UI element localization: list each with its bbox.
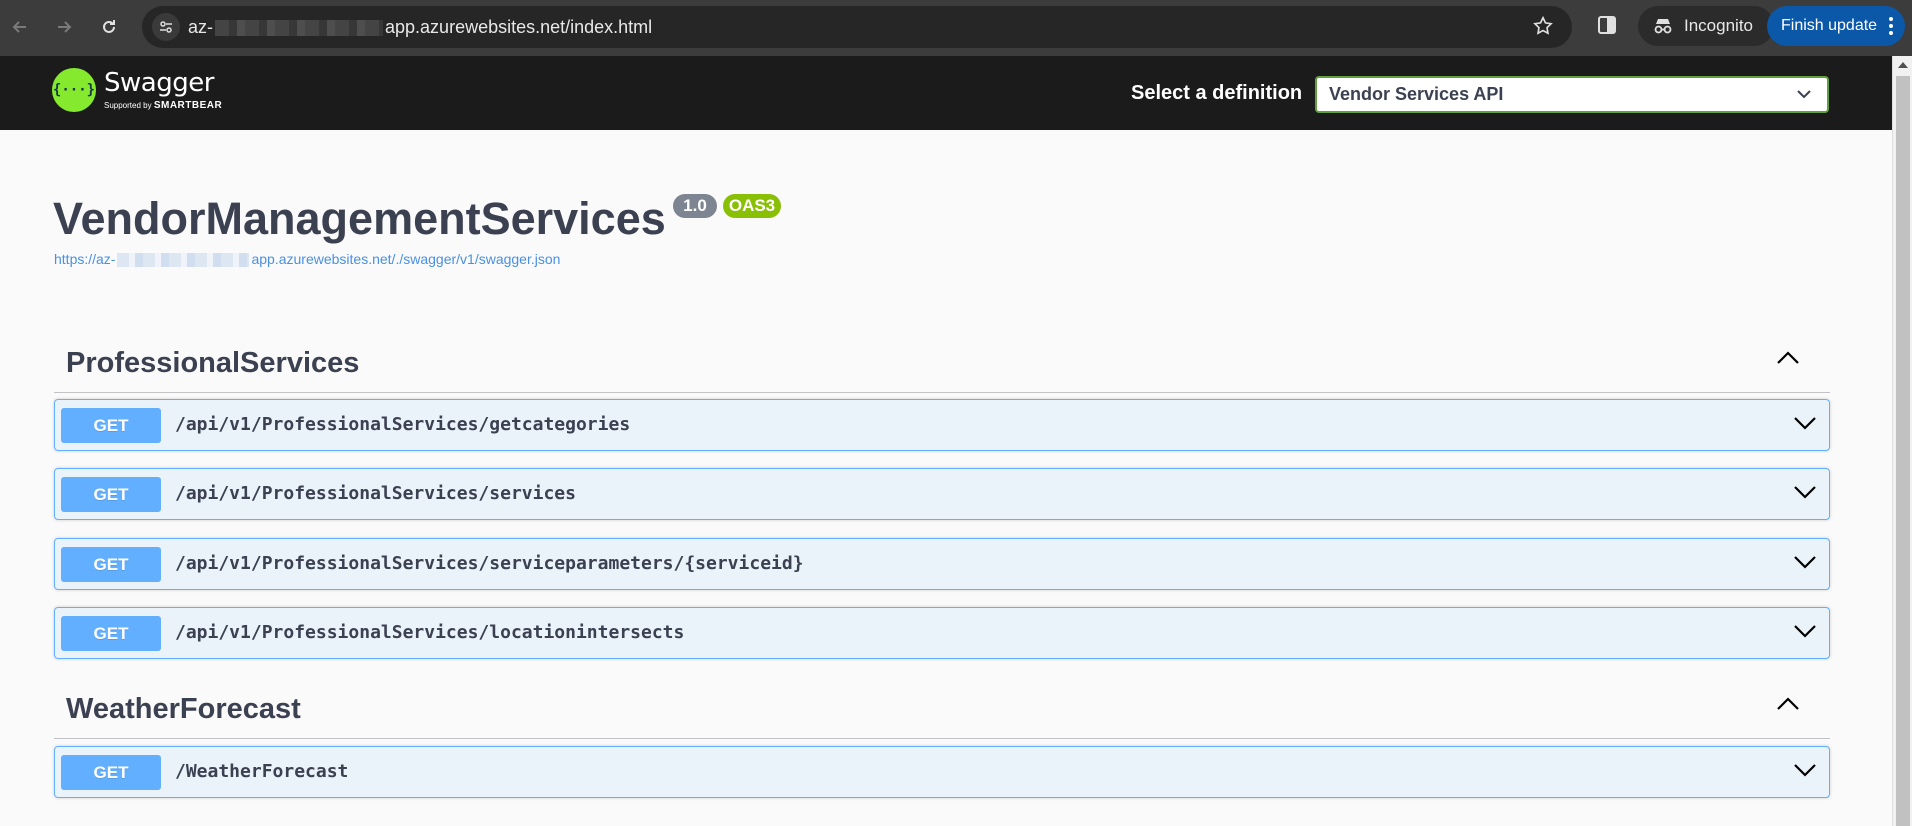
operation-get-services[interactable]: GET /api/v1/ProfessionalServices/service… xyxy=(54,468,1830,520)
url-prefix: az- xyxy=(188,17,214,37)
tune-icon xyxy=(160,21,172,33)
swagger-logo-text: Swagger Supported by SMARTBEAR xyxy=(104,68,222,111)
spec-url-suffix: app.azurewebsites.net/./swagger/v1/swagg… xyxy=(251,251,561,267)
spec-url-link[interactable]: https://az-app.azurewebsites.net/./swagg… xyxy=(54,251,561,268)
address-bar[interactable]: az-app.azurewebsites.net/index.html xyxy=(142,6,1572,48)
tag-title: WeatherForecast xyxy=(66,693,301,725)
operation-get-locationintersects[interactable]: GET /api/v1/ProfessionalServices/locatio… xyxy=(54,607,1830,659)
browser-toolbar: az-app.azurewebsites.net/index.html Inco… xyxy=(0,0,1912,56)
chevron-down-icon[interactable] xyxy=(1793,763,1817,777)
tag-header-professional-services[interactable]: ProfessionalServices xyxy=(54,331,1830,393)
operation-get-serviceparameters[interactable]: GET /api/v1/ProfessionalServices/service… xyxy=(54,538,1830,590)
operation-path: /api/v1/ProfessionalServices/getcategori… xyxy=(175,414,631,435)
operation-path: /api/v1/ProfessionalServices/servicepara… xyxy=(175,553,804,574)
scroll-up-arrow-icon[interactable] xyxy=(1898,62,1908,68)
chevron-down-icon xyxy=(1797,90,1811,99)
operation-path: /WeatherForecast xyxy=(175,761,349,782)
method-badge-get: GET xyxy=(61,755,161,790)
reload-icon xyxy=(103,20,115,33)
scroll-thumb[interactable] xyxy=(1896,76,1910,826)
definition-label: Select a definition xyxy=(1131,82,1303,104)
version-badge: 1.0 xyxy=(673,194,717,218)
finish-update-button[interactable]: Finish update xyxy=(1767,6,1905,46)
definition-value: Vendor Services API xyxy=(1329,84,1504,104)
back-arrow-icon xyxy=(12,21,26,33)
operation-path: /api/v1/ProfessionalServices/locationint… xyxy=(175,622,685,643)
spec-url-prefix: https://az- xyxy=(54,251,116,267)
logo-name: Swagger xyxy=(104,68,214,98)
definition-select[interactable]: Vendor Services API xyxy=(1315,76,1829,113)
logo-subtitle: Supported by SMARTBEAR xyxy=(104,100,222,111)
method-badge-get: GET xyxy=(61,408,161,443)
redacted-segment xyxy=(117,253,250,268)
incognito-indicator[interactable]: Incognito xyxy=(1638,6,1774,46)
side-panel-icon xyxy=(1598,16,1616,34)
incognito-icon xyxy=(1654,19,1672,34)
method-badge-get: GET xyxy=(61,547,161,582)
forward-arrow-icon xyxy=(58,21,72,33)
method-badge-get: GET xyxy=(61,616,161,651)
back-button[interactable] xyxy=(5,12,35,42)
chevron-down-icon[interactable] xyxy=(1793,485,1817,499)
chevron-down-icon[interactable] xyxy=(1793,416,1817,430)
incognito-label: Incognito xyxy=(1684,16,1753,35)
redacted-segment xyxy=(215,20,384,37)
page-scrollbar[interactable] xyxy=(1892,56,1912,826)
swagger-logo[interactable]: {···} Swagger Supported by SMARTBEAR xyxy=(52,68,222,112)
tag-title: ProfessionalServices xyxy=(66,347,360,379)
operation-get-getcategories[interactable]: GET /api/v1/ProfessionalServices/getcate… xyxy=(54,399,1830,451)
finish-update-label: Finish update xyxy=(1781,17,1878,34)
more-vert-icon xyxy=(1889,17,1893,35)
swagger-topbar: {···} Swagger Supported by SMARTBEAR Sel… xyxy=(0,56,1892,130)
chevron-up-icon[interactable] xyxy=(1776,351,1800,365)
oas-badge: OAS3 xyxy=(723,194,781,218)
reload-button[interactable] xyxy=(94,12,124,42)
forward-button[interactable] xyxy=(49,12,79,42)
url-text: az-app.azurewebsites.net/index.html xyxy=(188,17,652,38)
chevron-up-icon[interactable] xyxy=(1776,697,1800,711)
chevron-down-icon[interactable] xyxy=(1793,624,1817,638)
logo-sub-brand: SMARTBEAR xyxy=(153,100,223,111)
operation-path: /api/v1/ProfessionalServices/services xyxy=(175,483,576,504)
method-badge-get: GET xyxy=(61,477,161,512)
api-title: VendorManagementServices xyxy=(53,193,666,244)
site-info-button[interactable] xyxy=(152,13,180,41)
bookmark-button[interactable] xyxy=(1532,15,1554,42)
side-panel-button[interactable] xyxy=(1596,14,1618,41)
operation-get-weatherforecast[interactable]: GET /WeatherForecast xyxy=(54,746,1830,798)
swagger-logo-icon: {···} xyxy=(52,68,96,112)
star-icon xyxy=(1533,15,1553,35)
chevron-down-icon[interactable] xyxy=(1793,555,1817,569)
url-suffix: app.azurewebsites.net/index.html xyxy=(385,17,653,37)
logo-sub-prefix: Supported by xyxy=(104,101,152,110)
tag-header-weather-forecast[interactable]: WeatherForecast xyxy=(54,677,1830,739)
